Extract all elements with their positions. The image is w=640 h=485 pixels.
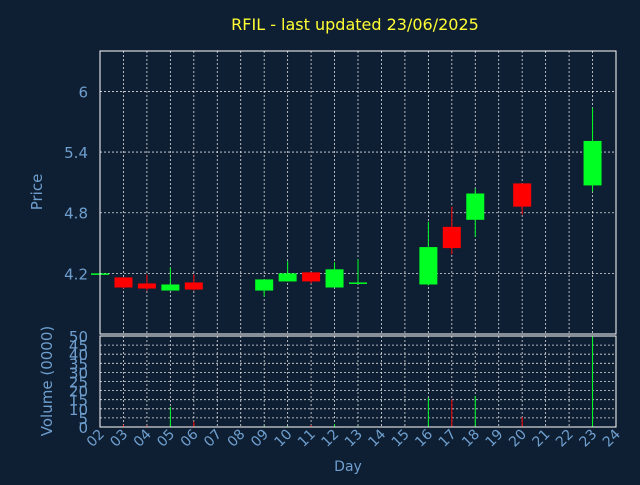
chart-root: RFIL - last updated 23/06/2025 Price Vol… xyxy=(0,0,640,480)
y-axis-label: Price xyxy=(28,174,46,211)
x-tick-label: 04 xyxy=(131,426,155,450)
x-tick-label: 05 xyxy=(154,427,178,451)
candle-body xyxy=(255,279,274,291)
chart-title: RFIL - last updated 23/06/2025 xyxy=(231,15,479,34)
candle-body xyxy=(302,272,321,282)
candle xyxy=(114,277,133,289)
candle xyxy=(137,274,156,291)
volume-axis-label: Volume (0000) xyxy=(38,326,56,436)
volume-tick-label: 50 xyxy=(69,328,88,346)
candle xyxy=(349,259,367,284)
y-tick-label: 4.8 xyxy=(64,205,88,223)
x-tick-label: 19 xyxy=(483,427,507,451)
x-tick-label: 13 xyxy=(342,427,366,451)
candle xyxy=(278,261,297,282)
x-tick-label: 22 xyxy=(553,427,577,451)
x-tick-label: 11 xyxy=(295,427,319,451)
candle xyxy=(255,279,274,297)
candle xyxy=(442,206,461,255)
candle xyxy=(583,107,602,192)
tick-labels: 02 03 04 05 06 07 08 09 10 11 12 13 14 15 16 17 18 19 20 21… xyxy=(64,83,624,450)
candlestick-chart: RFIL - last updated 23/06/2025 Price Vol… xyxy=(28,15,624,475)
x-tick-label: 23 xyxy=(576,427,600,451)
candle-body xyxy=(349,282,367,284)
candle xyxy=(302,272,321,284)
candle xyxy=(513,183,532,215)
candle xyxy=(161,267,180,291)
candle-body xyxy=(114,277,133,288)
candle-body xyxy=(442,226,461,249)
x-tick-label: 21 xyxy=(530,427,554,451)
x-tick-label: 17 xyxy=(436,427,460,451)
candle-body xyxy=(466,193,485,220)
x-tick-label: 06 xyxy=(178,426,202,450)
x-tick-label: 07 xyxy=(201,427,225,451)
candle-body xyxy=(161,284,180,291)
x-tick-label: 16 xyxy=(412,426,436,450)
candle-body xyxy=(325,269,344,288)
candle xyxy=(466,188,485,237)
x-tick-label: 18 xyxy=(459,427,483,451)
y-tick-label: 6 xyxy=(78,83,88,101)
x-tick-label: 08 xyxy=(225,427,249,451)
x-tick-label: 20 xyxy=(506,427,530,451)
candle-body xyxy=(278,273,297,282)
x-tick-label: 12 xyxy=(318,427,342,451)
candle xyxy=(325,262,344,288)
candle-body xyxy=(583,140,602,186)
candle-body xyxy=(184,282,203,290)
candle xyxy=(184,274,203,291)
grid-layer xyxy=(100,51,616,427)
candle-body xyxy=(137,283,156,289)
candle-body xyxy=(419,247,438,285)
x-tick-label: 15 xyxy=(389,427,413,451)
y-tick-label: 5.4 xyxy=(64,144,88,162)
x-tick-label: 14 xyxy=(365,426,389,450)
x-tick-label: 10 xyxy=(272,427,296,451)
x-tick-label: 24 xyxy=(600,426,624,450)
candle-body xyxy=(513,183,532,207)
x-tick-label: 09 xyxy=(248,427,272,451)
candle xyxy=(419,221,438,286)
candles xyxy=(91,107,602,297)
x-tick-label: 03 xyxy=(107,427,131,451)
x-axis-label: Day xyxy=(334,459,362,475)
y-tick-label: 4.2 xyxy=(64,265,88,283)
